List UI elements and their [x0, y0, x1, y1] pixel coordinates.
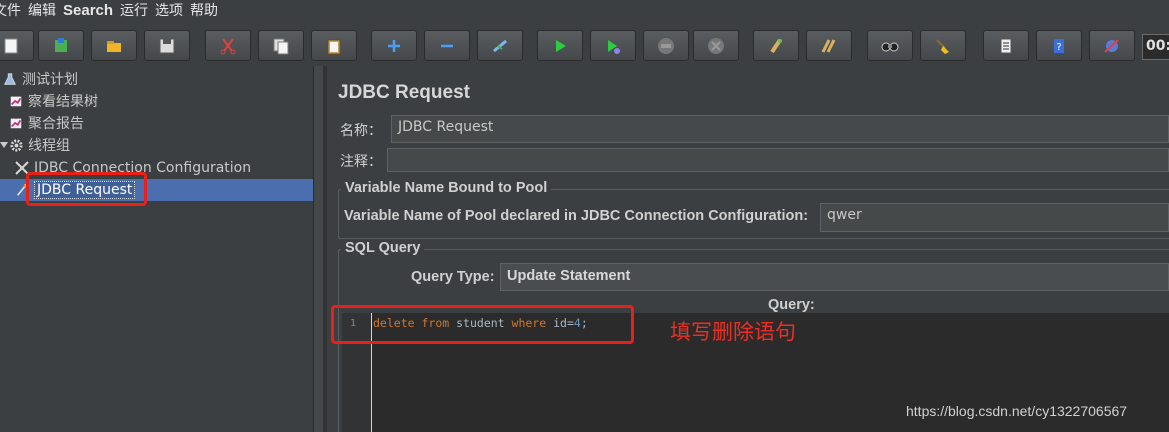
cut-icon [220, 37, 236, 54]
menu-options[interactable]: 选项 [155, 0, 190, 20]
menu-bar: 文件 编辑 Search 运行 选项 帮助 [0, 0, 1169, 20]
tree-item-label: 线程组 [28, 138, 70, 154]
name-field[interactable]: JDBC Request [391, 115, 1169, 143]
sql-query-group-title: SQL Query [341, 240, 425, 256]
search-button[interactable] [867, 30, 913, 61]
listener-icon [8, 93, 24, 109]
tree-item-view-results-tree[interactable]: 察看结果树 [8, 90, 98, 112]
shutdown-button[interactable] [693, 30, 739, 61]
comment-field[interactable] [387, 148, 1169, 172]
clear-all-icon [821, 38, 836, 53]
menu-run[interactable]: 运行 [120, 0, 155, 20]
annotation-text: 填写删除语句 [670, 320, 796, 344]
paste-icon [327, 39, 341, 54]
paste-button[interactable] [311, 30, 357, 61]
start-button[interactable] [537, 30, 583, 61]
gear-icon [8, 137, 24, 153]
page-title: JDBC Request [338, 82, 470, 103]
tree-item-label: 测试计划 [22, 72, 78, 88]
tree-item-aggregate-report[interactable]: 聚合报告 [8, 112, 84, 134]
pool-name-field[interactable]: qwer [820, 203, 1169, 232]
pool-name-label: Variable Name of Pool declared in JDBC C… [344, 208, 809, 224]
new-button[interactable] [0, 30, 34, 61]
watermark: https://blog.csdn.net/cy1322706567 [906, 403, 1128, 419]
menu-edit[interactable]: 编辑 [28, 0, 63, 20]
highlight-box-query [331, 305, 634, 344]
start-no-pause-icon [608, 39, 620, 54]
svg-text:?: ? [1056, 42, 1061, 53]
stop-icon [658, 37, 674, 54]
collapse-button[interactable] [424, 30, 470, 61]
tree-item-thread-group[interactable]: 线程组 [0, 134, 70, 156]
copy-button[interactable] [258, 30, 304, 61]
listener-icon [8, 115, 24, 131]
query-type-label: Query Type: [411, 269, 495, 285]
highlight-box-tree [26, 172, 147, 206]
new-icon [4, 38, 18, 53]
open-icon [107, 40, 121, 52]
elapsed-time: 00:0 [1142, 34, 1169, 60]
query-type-select[interactable]: Update Statement [500, 263, 1169, 291]
search-icon [881, 42, 899, 51]
save-icon [159, 38, 175, 53]
start-icon [556, 39, 566, 52]
remote-icon [1104, 38, 1119, 53]
stop-button[interactable] [643, 30, 689, 61]
save-button[interactable] [144, 30, 190, 61]
toggle-button[interactable] [477, 30, 523, 61]
help-icon: ? [1054, 38, 1064, 53]
comment-label: 注释： [340, 154, 382, 170]
toolbar: ? 00:0 [0, 26, 1169, 66]
start-no-pause-button[interactable] [590, 30, 636, 61]
templates-icon [55, 37, 67, 52]
tree-item-test-plan[interactable]: 测试计划 [2, 68, 78, 90]
reset-search-button[interactable] [920, 30, 966, 61]
templates-button[interactable] [38, 30, 84, 61]
clear-button[interactable] [753, 30, 799, 61]
toggle-icon [493, 39, 507, 52]
open-button[interactable] [91, 30, 137, 61]
tree-item-label: 察看结果树 [28, 94, 98, 110]
tree-item-label: 聚合报告 [28, 116, 84, 132]
expand-arrow-icon[interactable] [0, 137, 8, 153]
copy-icon [273, 38, 289, 54]
expand-button[interactable] [371, 30, 417, 61]
expand-icon [388, 39, 400, 52]
shutdown-icon [708, 37, 724, 54]
remote-button[interactable] [1089, 30, 1135, 61]
tree-scrollbar[interactable] [313, 66, 323, 432]
reset-search-icon [936, 38, 949, 54]
cut-button[interactable] [205, 30, 251, 61]
menu-file[interactable]: 文件 [0, 0, 28, 20]
test-plan-icon [2, 71, 18, 87]
menu-search[interactable]: Search [63, 2, 120, 19]
pool-group-title: Variable Name Bound to Pool [341, 180, 552, 196]
query-label: Query: [768, 297, 815, 313]
clear-all-button[interactable] [806, 30, 852, 61]
clear-icon [770, 38, 782, 53]
name-label: 名称： [340, 123, 382, 139]
function-helper-icon [1000, 38, 1012, 53]
menu-help[interactable]: 帮助 [190, 0, 225, 20]
collapse-icon [441, 44, 453, 47]
help-button[interactable]: ? [1036, 30, 1082, 61]
function-helper-button[interactable] [983, 30, 1029, 61]
